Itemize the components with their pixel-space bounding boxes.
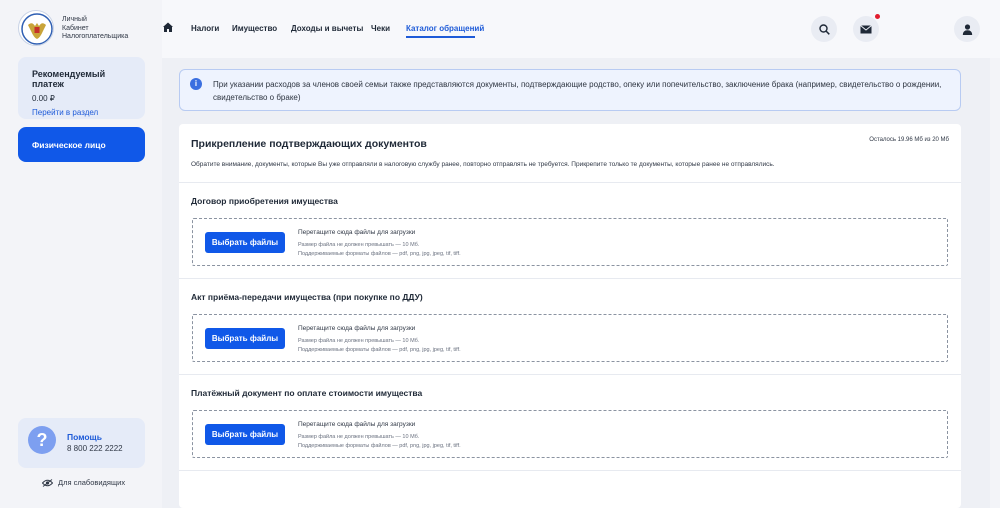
home-icon[interactable]	[162, 21, 174, 33]
brand-line-2: Кабинет	[62, 24, 89, 32]
recommended-payment-card: Рекомендуемый платеж 0.00 ₽ Перейти в ра…	[18, 57, 145, 119]
upload-panel-title: Прикрепление подтверждающих документов	[191, 138, 427, 150]
choose-files-button[interactable]: Выбрать файлы	[205, 424, 285, 445]
accessibility-link[interactable]: Для слабовидящих	[42, 478, 125, 487]
info-banner: i При указании расходов за членов своей …	[179, 69, 961, 111]
file-dropzone[interactable]: Выбрать файлы Перетащите сюда файлы для …	[192, 314, 948, 362]
help-phone: 8 800 222 2222	[67, 444, 123, 453]
nav-receipts[interactable]: Чеки	[371, 24, 390, 33]
sidebar: Личный Кабинет Налогоплательщика Рекомен…	[0, 0, 162, 508]
upload-section-transfer-act: Акт приёма-передачи имущества (при покуп…	[179, 278, 961, 374]
physical-person-button[interactable]: Физическое лицо	[18, 127, 145, 162]
upload-section-purchase-contract: Договор приобретения имущества Выбрать ф…	[179, 182, 961, 278]
dropzone-requirements: Размер файла не должен превышать — 10 Мб…	[298, 433, 461, 450]
accessibility-label: Для слабовидящих	[58, 478, 126, 487]
mail-icon	[860, 24, 872, 33]
go-to-section-link[interactable]: Перейти в раздел	[32, 108, 131, 117]
formats-text: Поддерживаемые форматы файлов — pdf, png…	[298, 442, 461, 449]
section-title: Акт приёма-передачи имущества (при покуп…	[191, 292, 423, 302]
search-button[interactable]	[811, 16, 837, 42]
search-icon	[818, 23, 830, 35]
top-navigation: Налоги Имущество Доходы и вычеты Чеки Ка…	[162, 0, 1000, 58]
panel-footer-divider	[179, 470, 961, 508]
dropzone-requirements: Размер файла не должен превышать — 10 Мб…	[298, 241, 461, 258]
storage-quota: Осталось 19.96 Мб из 20 Мб	[869, 137, 949, 143]
nav-taxes[interactable]: Налоги	[191, 24, 219, 33]
help-card[interactable]: ? Помощь 8 800 222 2222	[18, 418, 145, 468]
notification-dot	[875, 14, 880, 19]
info-icon: i	[190, 78, 202, 90]
brand-name: Личный Кабинет Налогоплательщика	[62, 16, 128, 42]
upload-section-payment-document: Платёжный документ по оплате стоимости и…	[179, 374, 961, 470]
dropzone-hint: Перетащите сюда файлы для загрузки	[298, 229, 416, 236]
main-content: i При указании расходов за членов своей …	[162, 58, 990, 508]
formats-text: Поддерживаемые форматы файлов — pdf, png…	[298, 250, 461, 257]
file-dropzone[interactable]: Выбрать файлы Перетащите сюда файлы для …	[192, 410, 948, 458]
help-icon: ?	[28, 426, 56, 454]
brand-line-1: Личный	[62, 16, 87, 23]
eye-icon	[42, 478, 53, 487]
recommended-payment-title: Рекомендуемый платеж	[32, 69, 106, 89]
section-title: Договор приобретения имущества	[191, 196, 338, 206]
upload-panel: Прикрепление подтверждающих документов О…	[179, 124, 961, 508]
brand-line-3: Налогоплательщика	[62, 33, 129, 40]
messages-button[interactable]	[853, 16, 879, 42]
page-edge	[990, 58, 1000, 508]
section-title: Платёжный документ по оплате стоимости и…	[191, 388, 423, 398]
nav-income-deductions[interactable]: Доходы и вычеты	[291, 24, 363, 33]
choose-files-button[interactable]: Выбрать файлы	[205, 232, 285, 253]
dropzone-hint: Перетащите сюда файлы для загрузки	[298, 325, 416, 332]
recommended-payment-amount: 0.00 ₽	[32, 94, 55, 103]
choose-files-button[interactable]: Выбрать файлы	[205, 328, 285, 349]
active-tab-indicator	[406, 36, 475, 38]
dropzone-requirements: Размер файла не должен превышать — 10 Мб…	[298, 337, 461, 354]
help-title: Помощь	[67, 432, 102, 442]
size-limit-text: Размер файла не должен превышать — 10 Мб…	[298, 434, 420, 440]
size-limit-text: Размер файла не должен превышать — 10 Мб…	[298, 338, 420, 344]
emblem-icon[interactable]	[18, 10, 54, 46]
user-icon	[962, 23, 972, 35]
size-limit-text: Размер файла не должен превышать — 10 Мб…	[298, 242, 420, 248]
formats-text: Поддерживаемые форматы файлов — pdf, png…	[298, 346, 461, 353]
nav-property[interactable]: Имущество	[232, 24, 277, 33]
nav-requests-catalog[interactable]: Каталог обращений	[406, 24, 484, 33]
file-dropzone[interactable]: Выбрать файлы Перетащите сюда файлы для …	[192, 218, 948, 266]
info-banner-text: При указании расходов за членов своей се…	[213, 80, 942, 102]
upload-panel-note: Обратите внимание, документы, которые Вы…	[191, 161, 775, 168]
dropzone-hint: Перетащите сюда файлы для загрузки	[298, 421, 416, 428]
profile-button[interactable]	[954, 16, 980, 42]
